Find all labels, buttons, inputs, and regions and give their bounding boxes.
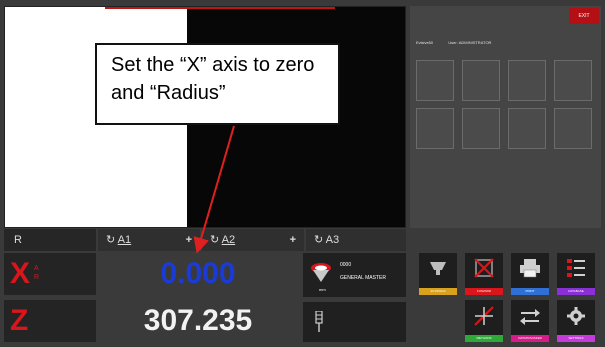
- panel-tile[interactable]: [416, 108, 454, 149]
- session-info: Evisive50 User: ADMINISTRATOR: [416, 40, 505, 45]
- panel-tile[interactable]: [416, 60, 454, 101]
- gear-icon: [567, 307, 585, 325]
- transfer-icon: [520, 309, 540, 325]
- tool-selector[interactable]: [303, 302, 406, 342]
- master-unit: mm: [319, 287, 326, 292]
- axis-a1-cell[interactable]: ↻ A1 +: [98, 229, 200, 251]
- progs-label: 20 PROGS: [419, 288, 457, 295]
- camera-top-line: [105, 7, 335, 9]
- axis-x-sub-a: A: [34, 265, 39, 272]
- print-button[interactable]: PRINT: [511, 253, 549, 295]
- axis-x-button[interactable]: X A R: [4, 253, 96, 295]
- plus-icon[interactable]: +: [186, 229, 192, 251]
- probe-icon: [315, 311, 323, 332]
- panel-tile[interactable]: [508, 60, 546, 101]
- methods-icon: [474, 306, 494, 326]
- plus-icon[interactable]: +: [290, 229, 296, 251]
- panel-tile[interactable]: [462, 108, 500, 149]
- device-name: Evisive50: [416, 40, 434, 45]
- axis-z-button[interactable]: Z: [4, 300, 96, 342]
- printer-icon: [520, 259, 540, 278]
- annotation-text: Set the “X” axis to zero and “Radius”: [111, 54, 315, 104]
- datatransfer-button[interactable]: DATATRANSFER: [511, 300, 549, 342]
- methods-button[interactable]: METHODS: [465, 300, 503, 342]
- axis-x-letter: X: [10, 257, 31, 290]
- axis-a2-cell[interactable]: ↻ A2 +: [202, 229, 304, 251]
- print-label: PRINT: [511, 288, 549, 295]
- panel-tile[interactable]: [508, 108, 546, 149]
- panel-tile[interactable]: [554, 60, 592, 101]
- database-button[interactable]: DATABASE: [557, 253, 595, 295]
- settings-button[interactable]: SETTINGS: [557, 300, 595, 342]
- reset-icon: ↻: [210, 234, 220, 246]
- reset-icon: ↻: [106, 234, 116, 246]
- panel-tile[interactable]: [554, 108, 592, 149]
- functions-icon: [474, 258, 494, 278]
- app-screen: Set the “X” axis to zero and “Radius” EX…: [0, 0, 605, 347]
- axis-x-value: 0.000: [160, 257, 236, 290]
- user-name: User: ADMINISTRATOR: [448, 40, 492, 45]
- annotation-callout: Set the “X” axis to zero and “Radius”: [95, 43, 340, 125]
- axis-a1-label: A1: [117, 234, 132, 246]
- list-icon: [567, 259, 585, 277]
- reset-icon: ↻: [314, 234, 324, 246]
- panel-tile[interactable]: [462, 60, 500, 101]
- master-icon: [311, 263, 331, 282]
- right-panel: EXIT Evisive50 User: ADMINISTRATOR: [410, 6, 601, 228]
- funzioni-label: FUNZIONI: [465, 288, 503, 295]
- axis-a3-label: A3: [325, 234, 340, 246]
- axis-a3-cell[interactable]: ↻ A3: [306, 229, 406, 251]
- axis-a2-label: A2: [221, 234, 236, 246]
- master-selector[interactable]: 0000 GENERAL MASTER mm: [303, 253, 406, 297]
- probe-head-icon: [430, 262, 446, 275]
- mode-cell[interactable]: R: [4, 229, 96, 251]
- datatransfer-label: DATATRANSFER: [511, 335, 549, 342]
- progs-button[interactable]: 20 PROGS: [419, 253, 457, 295]
- axis-x-sub-r: R: [34, 274, 40, 281]
- methods-label: METHODS: [465, 335, 503, 342]
- master-code: 0000: [340, 262, 352, 268]
- funzioni-button[interactable]: FUNZIONI: [465, 253, 503, 295]
- mode-label: R: [14, 234, 22, 246]
- settings-label: SETTINGS: [557, 335, 595, 342]
- axis-z-value: 307.235: [143, 304, 253, 337]
- axis-z-letter: Z: [10, 304, 29, 337]
- exit-button[interactable]: EXIT: [569, 8, 599, 24]
- master-name: GENERAL MASTER: [340, 275, 386, 281]
- database-label: DATABASE: [557, 288, 595, 295]
